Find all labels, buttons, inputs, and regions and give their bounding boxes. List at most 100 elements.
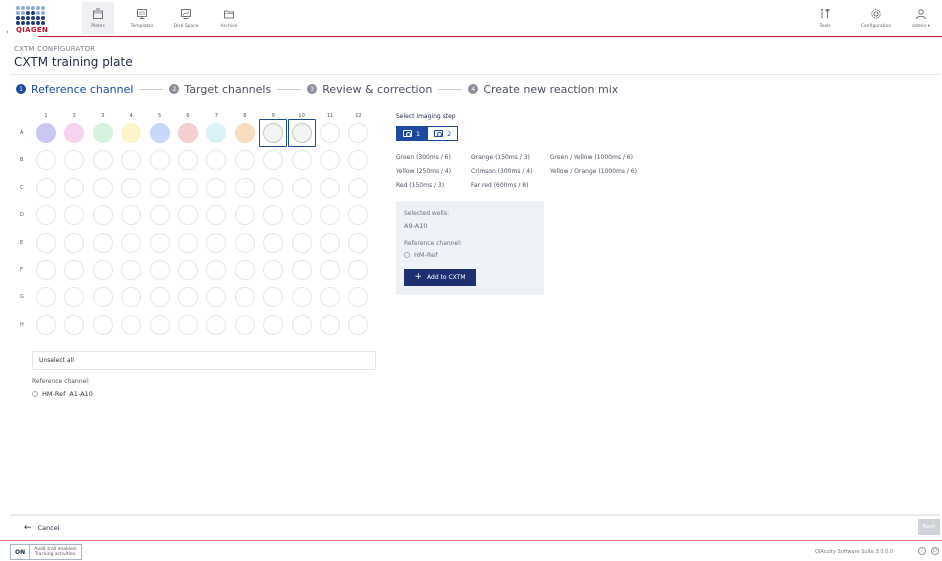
row-header-F[interactable]: F: [20, 267, 28, 273]
well-C2[interactable]: [64, 177, 85, 198]
well-G7[interactable]: [206, 287, 227, 308]
well-B12[interactable]: [348, 150, 369, 171]
channel-red[interactable]: Red (150ms / 3): [396, 182, 444, 189]
well-D7[interactable]: [206, 205, 227, 226]
row-header-C[interactable]: C: [20, 185, 28, 191]
imaging-step-2-button[interactable]: 2: [427, 126, 459, 141]
well-H11[interactable]: [320, 314, 340, 335]
well-E9[interactable]: [263, 232, 284, 253]
well-H9[interactable]: [263, 314, 284, 335]
column-header-3[interactable]: 3: [93, 113, 113, 119]
well-A6[interactable]: [178, 123, 198, 143]
nav-user-menu[interactable]: admin ▾: [906, 2, 936, 34]
column-header-12[interactable]: 12: [348, 113, 368, 119]
well-B7[interactable]: [206, 150, 227, 171]
well-D11[interactable]: [320, 205, 340, 226]
well-D9[interactable]: [263, 205, 284, 226]
well-B2[interactable]: [64, 150, 85, 171]
well-C5[interactable]: [149, 177, 170, 198]
well-F11[interactable]: [320, 260, 340, 280]
well-F2[interactable]: [64, 260, 85, 280]
well-H10[interactable]: [291, 314, 312, 335]
channel-far-red[interactable]: Far red (600ms / 8): [471, 182, 528, 189]
step-review-correction[interactable]: 3 Review & correction: [307, 83, 432, 96]
well-D8[interactable]: [234, 205, 255, 226]
well-G9[interactable]: [263, 287, 284, 308]
well-B5[interactable]: [149, 150, 170, 171]
channel-green-yellow[interactable]: Green / Yellow (1000ms / 6): [550, 154, 633, 161]
column-header-8[interactable]: 8: [235, 113, 255, 119]
well-F6[interactable]: [178, 260, 198, 280]
well-F8[interactable]: [234, 260, 255, 280]
well-G6[interactable]: [178, 287, 198, 308]
well-B3[interactable]: [92, 150, 113, 171]
well-E8[interactable]: [234, 232, 255, 253]
unselect-all-button[interactable]: Unselect all: [32, 351, 376, 370]
well-E12[interactable]: [348, 232, 369, 253]
well-A5[interactable]: [149, 123, 170, 143]
nav-disk-space[interactable]: Disk Space: [170, 2, 202, 34]
well-H7[interactable]: [206, 314, 227, 335]
row-header-G[interactable]: G: [20, 294, 28, 300]
well-A7[interactable]: [206, 123, 227, 143]
cancel-button[interactable]: ← Cancel: [24, 523, 60, 533]
row-header-B[interactable]: B: [20, 157, 28, 163]
well-A4[interactable]: [121, 123, 142, 143]
imaging-step-1-button[interactable]: 1: [396, 126, 428, 141]
well-F10[interactable]: [291, 260, 312, 280]
well-E7[interactable]: [206, 232, 227, 253]
channel-yellow[interactable]: Yellow (250ms / 4): [396, 168, 451, 175]
well-A12[interactable]: [348, 123, 369, 143]
well-F5[interactable]: [149, 260, 170, 280]
column-header-7[interactable]: 7: [206, 113, 226, 119]
well-E6[interactable]: [178, 232, 198, 253]
well-B4[interactable]: [121, 150, 142, 171]
well-E4[interactable]: [121, 232, 142, 253]
well-E2[interactable]: [64, 232, 85, 253]
well-B6[interactable]: [178, 150, 198, 171]
well-G3[interactable]: [92, 287, 113, 308]
row-header-D[interactable]: D: [20, 212, 28, 218]
well-D10[interactable]: [291, 205, 312, 226]
well-H3[interactable]: [92, 314, 113, 335]
channel-orange[interactable]: Orange (150ms / 3): [471, 154, 530, 161]
column-header-4[interactable]: 4: [121, 113, 141, 119]
well-D4[interactable]: [121, 205, 142, 226]
well-E3[interactable]: [92, 232, 113, 253]
well-G4[interactable]: [121, 287, 142, 308]
well-C11[interactable]: [320, 177, 340, 198]
column-header-1[interactable]: 1: [36, 113, 56, 119]
well-G8[interactable]: [234, 287, 255, 308]
collapse-icon[interactable]: ‹: [6, 28, 9, 36]
well-G5[interactable]: [149, 287, 170, 308]
well-C12[interactable]: [348, 177, 369, 198]
well-B1[interactable]: [36, 150, 56, 171]
column-header-2[interactable]: 2: [64, 113, 84, 119]
add-to-cxtm-button[interactable]: + Add to CXTM: [404, 269, 476, 286]
well-F7[interactable]: [206, 260, 227, 280]
well-G1[interactable]: [36, 287, 56, 308]
well-H12[interactable]: [348, 314, 369, 335]
well-A3[interactable]: [92, 123, 113, 143]
column-header-6[interactable]: 6: [178, 113, 198, 119]
channel-green[interactable]: Green (300ms / 6): [396, 154, 451, 161]
well-D6[interactable]: [178, 205, 198, 226]
well-F9[interactable]: [263, 260, 284, 280]
well-D2[interactable]: [64, 205, 85, 226]
column-header-5[interactable]: 5: [150, 113, 170, 119]
well-A2[interactable]: [64, 123, 85, 143]
well-G2[interactable]: [64, 287, 85, 308]
well-F12[interactable]: [348, 260, 369, 280]
row-header-A[interactable]: A: [20, 130, 28, 136]
audit-trail-badge[interactable]: ON Audit trail enabled. Tracking activit…: [10, 544, 83, 560]
nav-templates[interactable]: Templates: [126, 2, 158, 34]
well-G11[interactable]: [320, 287, 340, 308]
step-target-channels[interactable]: 2 Target channels: [169, 83, 271, 96]
well-C10[interactable]: [291, 177, 312, 198]
nav-tools[interactable]: Tools: [812, 2, 838, 34]
well-C8[interactable]: [234, 177, 255, 198]
well-F3[interactable]: [92, 260, 113, 280]
well-C6[interactable]: [178, 177, 198, 198]
channel-yellow-orange[interactable]: Yellow / Orange (1000ms / 6): [550, 168, 637, 175]
well-B11[interactable]: [320, 150, 340, 171]
